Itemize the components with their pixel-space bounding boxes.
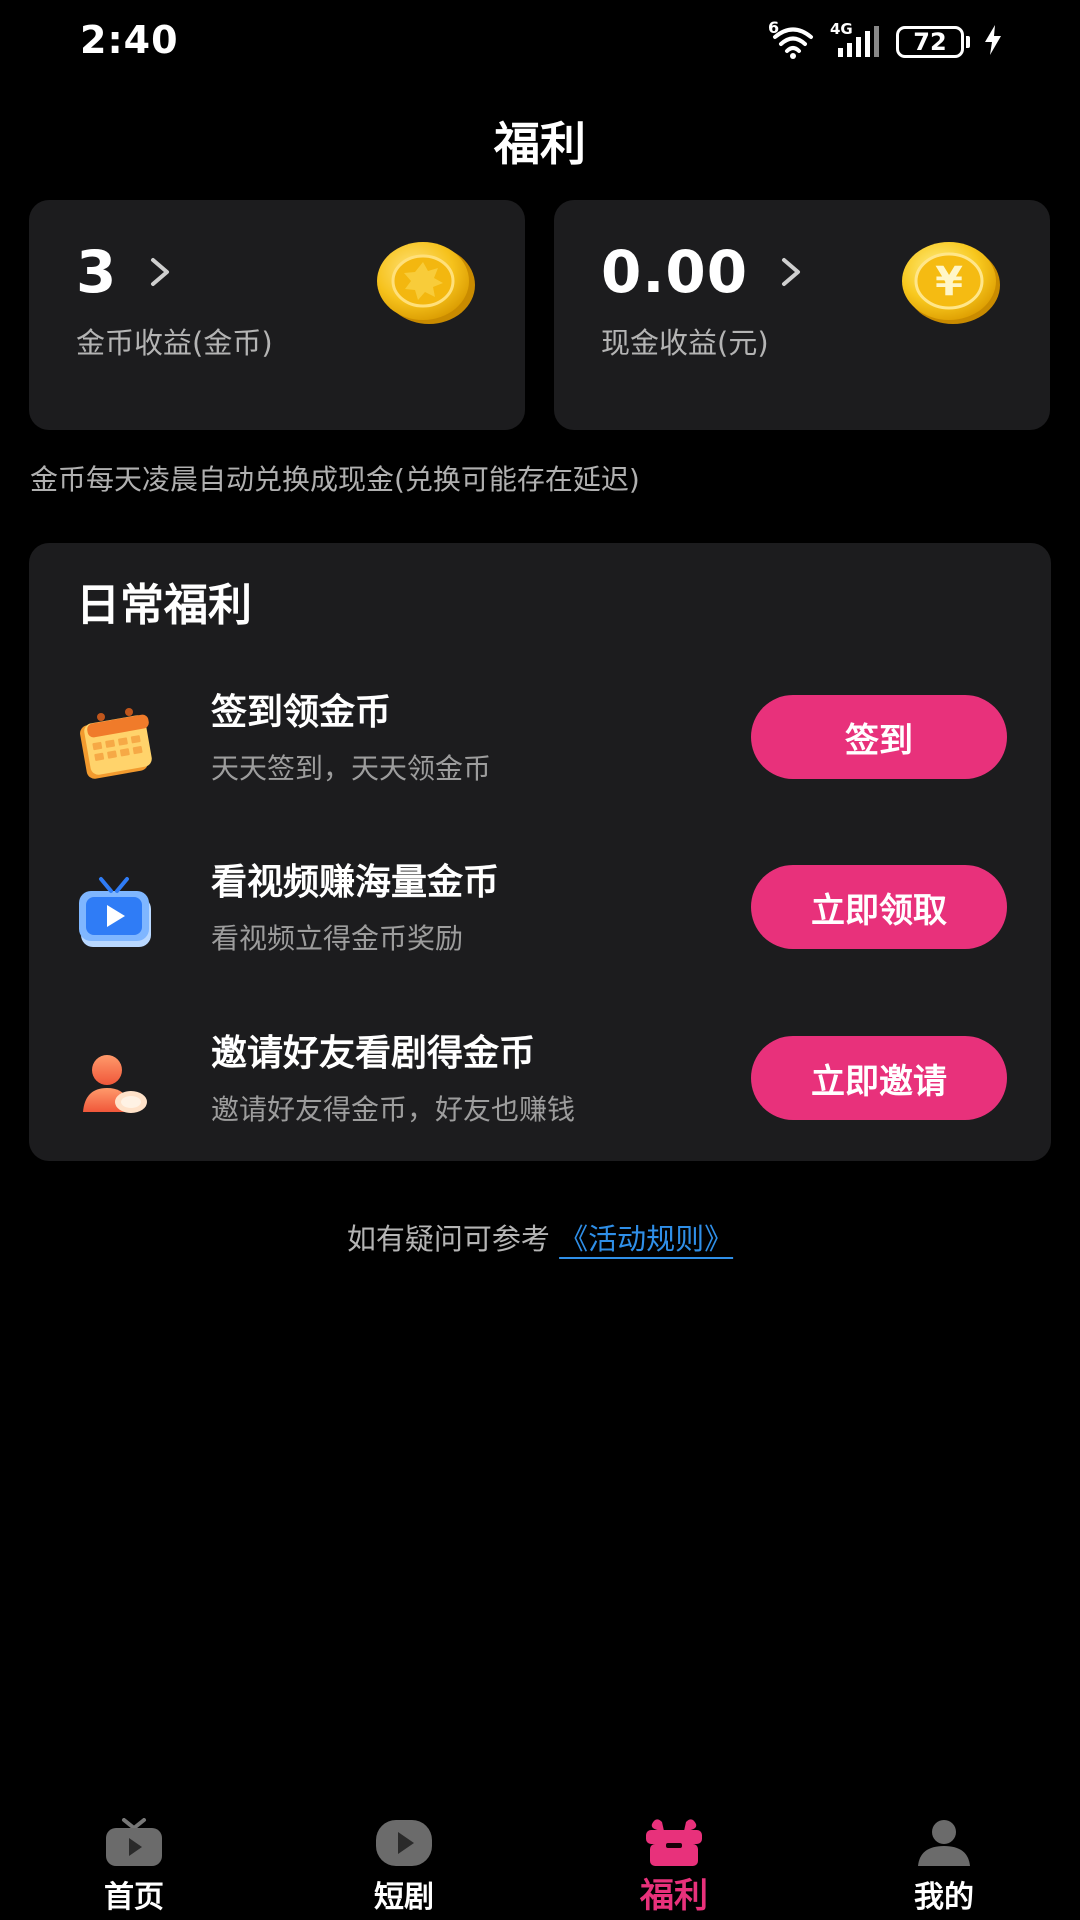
task-row-sign-in: 签到领金币 天天签到，天天领金币 签到 bbox=[29, 683, 1051, 803]
status-time: 2:40 bbox=[80, 18, 179, 62]
exchange-note: 金币每天凌晨自动兑换成现金(兑换可能存在延迟) bbox=[30, 463, 640, 496]
home-tv-icon bbox=[106, 1818, 162, 1866]
nav-label: 短剧 bbox=[374, 1880, 434, 1915]
nav-item-mine[interactable]: 我的 bbox=[844, 1800, 1044, 1920]
bottom-nav: 首页 短剧 福利 我的 bbox=[0, 1800, 1080, 1920]
wifi-icon: 6 bbox=[768, 18, 816, 60]
gift-icon bbox=[646, 1819, 702, 1866]
status-bar: 2:40 6 4G 72 bbox=[0, 0, 1080, 86]
cellular-signal-icon: 4G bbox=[830, 20, 882, 60]
yuan-symbol: ¥ bbox=[935, 259, 963, 305]
battery-tip bbox=[966, 36, 970, 48]
rules-prefix: 如有疑问可参考 bbox=[346, 1222, 550, 1256]
page-title: 福利 bbox=[494, 117, 586, 171]
activity-rules-link[interactable]: 《活动规则》 bbox=[559, 1222, 733, 1256]
user-icon bbox=[918, 1820, 970, 1866]
nav-item-short-drama[interactable]: 短剧 bbox=[304, 1800, 504, 1920]
gold-coin-icon bbox=[377, 242, 475, 324]
tv-icon bbox=[79, 877, 151, 947]
task-title: 看视频赚海量金币 bbox=[211, 862, 500, 903]
task-description: 邀请好友得金币，好友也赚钱 bbox=[211, 1093, 576, 1126]
nav-item-welfare[interactable]: 福利 bbox=[574, 1800, 774, 1920]
cash-earnings-label: 现金收益(元) bbox=[601, 326, 769, 360]
yuan-coin-icon: ¥ bbox=[902, 242, 1000, 324]
task-title: 签到领金币 bbox=[211, 692, 392, 733]
task-row-watch-video: 看视频赚海量金币 看视频立得金币奖励 立即领取 bbox=[29, 853, 1051, 973]
task-description: 天天签到，天天领金币 bbox=[211, 752, 492, 785]
coin-earnings-card[interactable]: 3 金币收益(金币) bbox=[29, 200, 525, 430]
cash-earnings-value: 0.00 bbox=[601, 238, 749, 306]
charging-bolt-icon bbox=[984, 25, 1002, 59]
task-title: 邀请好友看剧得金币 bbox=[211, 1033, 536, 1074]
nav-label: 福利 bbox=[640, 1876, 708, 1916]
battery-level: 72 bbox=[896, 26, 964, 58]
cash-earnings-card[interactable]: 0.00 现金收益(元) ¥ bbox=[554, 200, 1050, 430]
wifi-badge: 6 bbox=[768, 18, 780, 37]
daily-welfare-title: 日常福利 bbox=[76, 580, 252, 631]
coin-earnings-value: 3 bbox=[76, 238, 118, 306]
friends-icon bbox=[83, 1055, 147, 1113]
nav-label: 我的 bbox=[914, 1880, 974, 1915]
daily-welfare-panel: 日常福利 签到领金币 天天签到，天天领金币 签到 看视频赚海量金币 看视频立得金… bbox=[29, 543, 1051, 1161]
sign-in-button[interactable]: 签到 bbox=[751, 695, 1007, 779]
nav-label: 首页 bbox=[104, 1880, 164, 1915]
play-icon bbox=[376, 1820, 432, 1866]
coin-value-row: 3 bbox=[76, 238, 175, 306]
battery-icon: 72 bbox=[896, 26, 970, 58]
claim-now-button[interactable]: 立即领取 bbox=[751, 865, 1007, 949]
network-type-label: 4G bbox=[830, 20, 853, 38]
task-description: 看视频立得金币奖励 bbox=[211, 922, 464, 955]
status-icons: 6 4G 72 bbox=[768, 18, 1002, 62]
rules-line: 如有疑问可参考 《活动规则》 bbox=[0, 1216, 1080, 1258]
chevron-right-icon bbox=[782, 258, 801, 286]
task-row-invite-friends: 邀请好友看剧得金币 邀请好友得金币，好友也赚钱 立即邀请 bbox=[29, 1024, 1051, 1144]
coin-earnings-label: 金币收益(金币) bbox=[76, 326, 273, 360]
calendar-icon bbox=[80, 708, 152, 779]
chevron-right-icon bbox=[151, 258, 170, 286]
invite-now-button[interactable]: 立即邀请 bbox=[751, 1036, 1007, 1120]
nav-item-home[interactable]: 首页 bbox=[34, 1800, 234, 1920]
cash-value-row: 0.00 bbox=[601, 238, 806, 306]
